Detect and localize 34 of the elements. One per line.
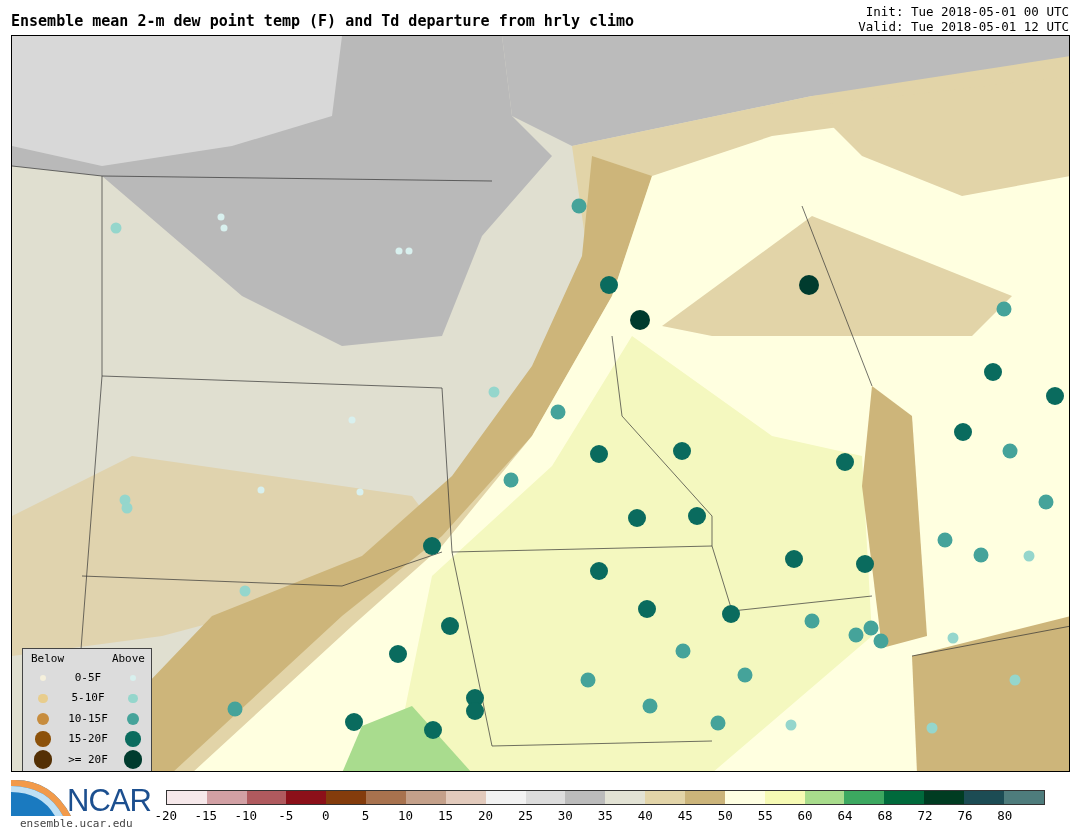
tick-label: 35 [597, 807, 613, 825]
tick-label: 76 [957, 807, 973, 825]
logo-wordmark: NCAR [67, 785, 151, 816]
tick-label: 50 [717, 807, 733, 825]
tick-label: 72 [917, 807, 933, 825]
tick-label: 80 [997, 807, 1013, 825]
tick-label: 55 [757, 807, 773, 825]
legend-heading: Below [31, 651, 65, 667]
tick-label: 15 [438, 807, 454, 825]
tick-label: 20 [477, 807, 493, 825]
tick-label: 60 [797, 807, 813, 825]
legend-label: >= 20F [67, 751, 109, 768]
tick-label: -10 [234, 807, 258, 825]
tick-label: 45 [677, 807, 693, 825]
legend-heading: Above [111, 651, 145, 667]
chart-title: Ensemble mean 2-m dew point temp (F) and Td departure from hrly climo [11, 11, 635, 32]
valid-time: Valid: Tue 2018-05-01 12 UTC [858, 19, 1069, 34]
legend-label: 5-10F [70, 690, 106, 706]
init-time: Init: Tue 2018-05-01 00 UTC [864, 4, 1069, 19]
tick-label: -20 [154, 807, 178, 825]
tick-label: 68 [877, 807, 893, 825]
legend-label: 15-20F [67, 731, 109, 747]
tick-label: -15 [194, 807, 218, 825]
tick-label: 30 [557, 807, 573, 825]
tick-label: 0 [321, 807, 330, 825]
tick-label: -5 [278, 807, 294, 825]
tick-label: 10 [398, 807, 414, 825]
website-url: ensemble.ucar.edu [20, 816, 134, 832]
legend-label: 0-5F [73, 669, 103, 686]
tick-label: 40 [637, 807, 653, 825]
tick-label: 25 [517, 807, 533, 825]
tick-label: 5 [361, 807, 370, 825]
legend-label: 10-15F [67, 710, 109, 727]
tick-label: 64 [837, 807, 853, 825]
